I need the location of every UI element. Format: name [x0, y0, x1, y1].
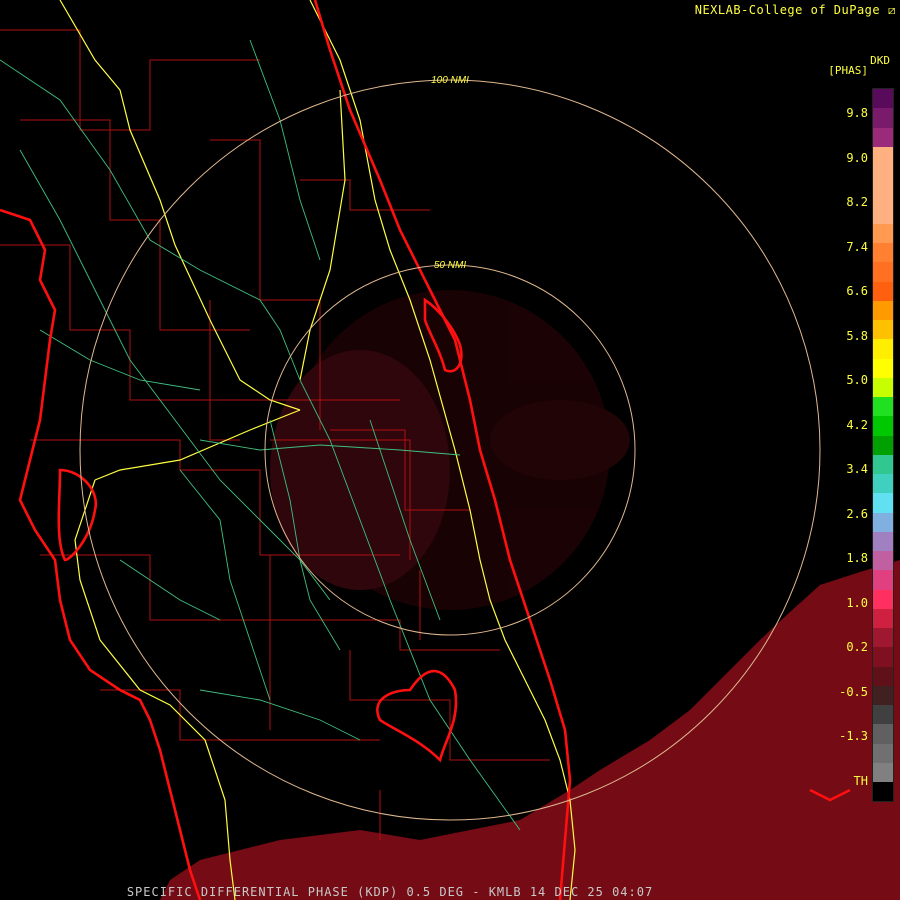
- color-scale-swatch: [873, 551, 893, 571]
- color-scale-swatch: [873, 531, 893, 551]
- color-scale-swatch: [873, 685, 893, 705]
- color-scale-tick-label: 7.4: [846, 239, 868, 254]
- radar-map: 100 NMI 50 NMI: [0, 0, 900, 900]
- color-scale-swatch: [873, 108, 893, 128]
- color-scale-tick-label: 1.8: [846, 551, 868, 565]
- color-scale-swatch: [873, 127, 893, 147]
- range-ring-label-100: 100 NMI: [431, 75, 469, 86]
- source-label: NEXLAB-College of DuPage ⧄: [695, 3, 896, 18]
- color-scale-swatch: [873, 435, 893, 455]
- legend-product-code: DKD: [870, 54, 890, 67]
- color-scale-swatch: [873, 454, 893, 474]
- color-scale-swatch: [873, 243, 893, 263]
- color-scale-bar: [872, 88, 894, 802]
- color-scale-tick-label: 4.2: [846, 417, 868, 432]
- color-scale-tick-label: 1.0: [846, 595, 868, 610]
- color-scale-tick-label: -1.3: [839, 729, 868, 743]
- color-scale-swatch: [873, 146, 893, 166]
- color-scale-tick-label: 2.6: [846, 506, 868, 521]
- color-scale-swatch: [873, 204, 893, 224]
- color-scale-swatch: [873, 782, 893, 802]
- color-scale-tick-label: 6.6: [846, 284, 868, 298]
- color-scale-swatch: [873, 589, 893, 609]
- color-scale-tick-label: 5.8: [846, 328, 868, 343]
- color-scale-swatch: [873, 339, 893, 359]
- color-scale-swatch: [873, 762, 893, 782]
- color-scale-tick-label: 5.0: [846, 373, 868, 387]
- product-info-footer: SPECIFIC DIFFERENTIAL PHASE (KDP) 0.5 DE…: [126, 885, 654, 899]
- color-scale-swatch: [873, 166, 893, 186]
- color-scale-swatch: [873, 705, 893, 725]
- color-scale-tick-label: TH: [853, 773, 868, 788]
- color-scale-swatch: [873, 647, 893, 667]
- color-scale-swatch: [873, 493, 893, 513]
- color-scale-swatch: [873, 300, 893, 320]
- color-scale-tick-label: 9.8: [846, 106, 868, 120]
- range-ring-label-50: 50 NMI: [434, 260, 466, 271]
- legend-unit-label: [PHAS]: [828, 64, 868, 77]
- color-scale-tick-label: 8.2: [846, 195, 868, 209]
- color-scale-swatch: [873, 608, 893, 628]
- color-scale-swatch: [873, 416, 893, 436]
- color-scale-swatch: [873, 223, 893, 243]
- color-scale-tick-label: -0.5: [839, 684, 868, 699]
- color-scale-swatch: [873, 89, 893, 109]
- color-scale-swatch: [873, 743, 893, 763]
- source-label-text: NEXLAB-College of DuPage: [694, 3, 881, 17]
- color-scale-swatch: [873, 262, 893, 282]
- color-scale-tick-label: 0.2: [846, 640, 868, 654]
- color-scale-swatch: [873, 320, 893, 340]
- color-scale-swatch: [873, 512, 893, 532]
- color-scale-tick-label: 9.0: [846, 150, 868, 165]
- color-scale-swatch: [873, 474, 893, 494]
- color-scale-tick-label: 3.4: [846, 462, 868, 476]
- color-scale-swatch: [873, 358, 893, 378]
- color-scale-swatch: [873, 185, 893, 205]
- color-scale-swatch: [873, 724, 893, 744]
- color-scale-swatch: [873, 281, 893, 301]
- color-scale-swatch: [873, 570, 893, 590]
- color-scale-swatch: [873, 397, 893, 417]
- corner-logo-icon: ⧄: [887, 3, 896, 17]
- color-scale-swatch: [873, 628, 893, 648]
- color-scale-swatch: [873, 377, 893, 397]
- color-scale-swatch: [873, 666, 893, 686]
